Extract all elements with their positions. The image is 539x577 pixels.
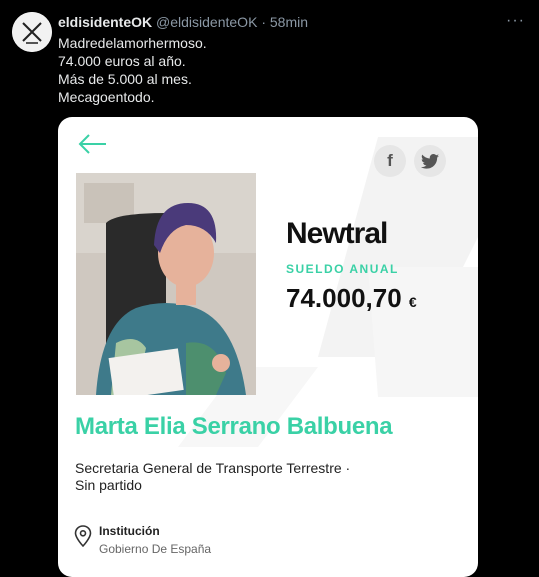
tweet-text: Madredelamorhermoso. 74.000 euros al año… xyxy=(58,34,207,106)
tweet-line: Más de 5.000 al mes. xyxy=(58,71,192,87)
brand-logo: Newtral xyxy=(286,217,388,250)
salary-currency: € xyxy=(408,294,417,310)
person-role: Secretaria General de Transporte Terrest… xyxy=(75,460,455,494)
timestamp[interactable]: 58min xyxy=(270,14,308,30)
tweet-line: 74.000 euros al año. xyxy=(58,53,186,69)
salary-value: 74.000,70 € xyxy=(286,283,417,314)
role-line: Secretaria General de Transporte Terrest… xyxy=(75,460,351,476)
tweet-line: Mecagoentodo. xyxy=(58,89,155,105)
role-line: Sin partido xyxy=(75,477,142,493)
handle[interactable]: @eldisidenteOK xyxy=(156,14,257,30)
tweet-line: Madredelamorhermoso. xyxy=(58,35,207,51)
media-card[interactable]: f Newtral SUELDO ANUAL 74.000,70 € Marta… xyxy=(58,117,478,577)
separator: · xyxy=(261,14,266,30)
tweet-header: eldisidenteOK @eldisidenteOK · 58min xyxy=(58,14,308,30)
person-name: Marta Elia Serrano Balbuena xyxy=(75,413,393,440)
location-pin-icon xyxy=(74,525,92,547)
institution-label: Institución xyxy=(99,524,160,538)
twitter-icon[interactable] xyxy=(414,145,446,177)
avatar[interactable] xyxy=(12,12,52,52)
more-icon[interactable]: ··· xyxy=(506,12,525,30)
salary-label: SUELDO ANUAL xyxy=(286,262,399,276)
facebook-icon[interactable]: f xyxy=(374,145,406,177)
person-photo xyxy=(76,173,256,395)
display-name[interactable]: eldisidenteOK xyxy=(58,14,152,30)
salary-amount: 74.000,70 xyxy=(286,283,402,313)
arrow-left-icon[interactable] xyxy=(78,133,108,155)
institution-value: Gobierno De España xyxy=(99,542,212,556)
